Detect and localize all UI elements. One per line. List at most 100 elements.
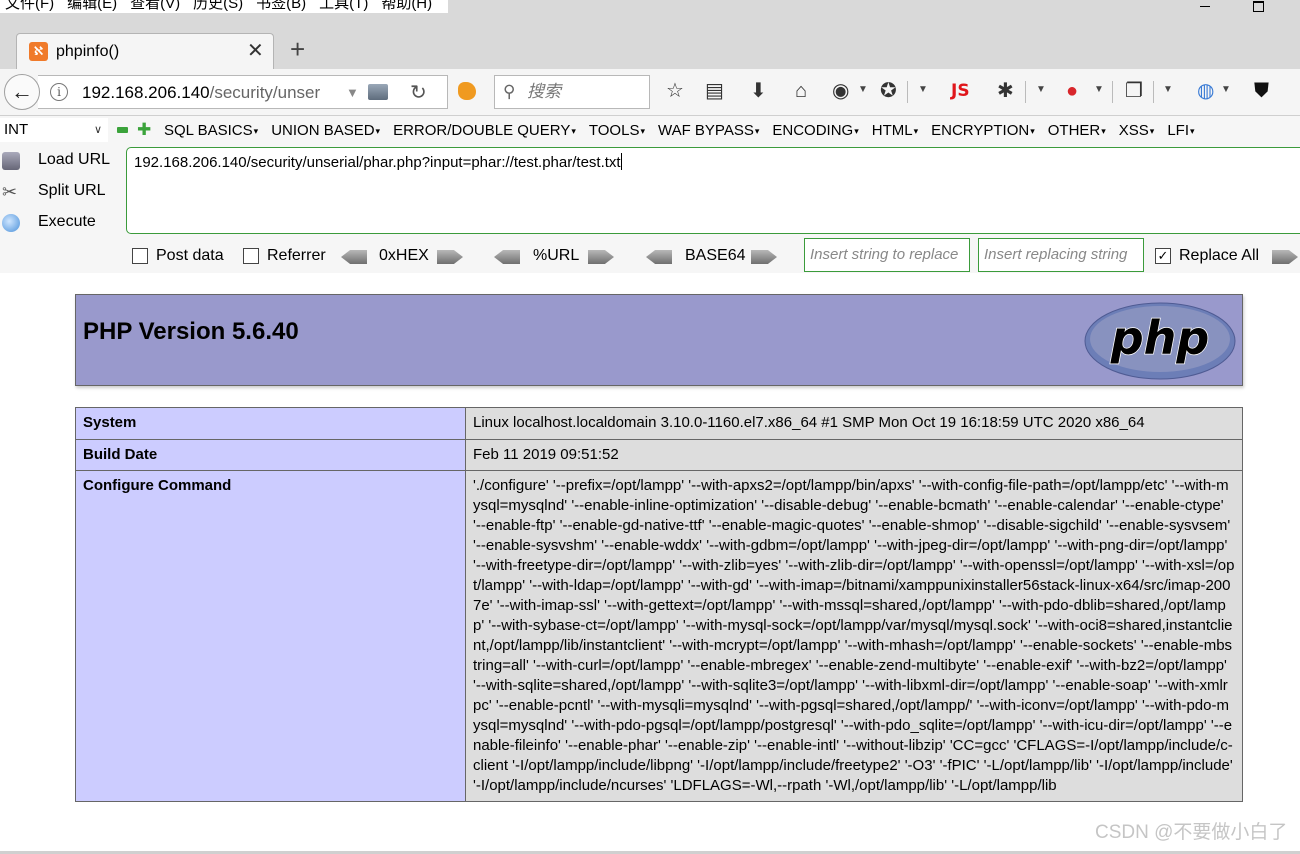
- replacing-string-input[interactable]: Insert replacing string: [978, 238, 1144, 272]
- execute-button[interactable]: Execute: [0, 209, 118, 237]
- split-url-button[interactable]: ✂ Split URL: [0, 178, 118, 206]
- replacing-string-placeholder: Insert replacing string: [984, 246, 1128, 263]
- menu-tools[interactable]: 工具(T): [314, 0, 376, 13]
- load-url-button[interactable]: Load URL: [0, 147, 118, 175]
- post-data-box[interactable]: [132, 248, 148, 264]
- url-path: /security/unser: [209, 83, 321, 102]
- shield-icon[interactable]: ⛊: [1254, 79, 1269, 103]
- palette-icon[interactable]: ✪: [880, 79, 897, 103]
- type-select[interactable]: INT ∨: [0, 118, 108, 142]
- url-text[interactable]: 192.168.206.140/security/unser: [82, 82, 340, 104]
- replace-arrow-icon[interactable]: [1272, 250, 1298, 264]
- url-bar[interactable]: i 192.168.206.140/security/unser ▼ ↻: [38, 75, 448, 109]
- search-bar[interactable]: ⚲ 搜索: [494, 75, 650, 109]
- referrer-box[interactable]: [243, 248, 259, 264]
- table-row: Build Date Feb 11 2019 09:51:52: [75, 439, 1243, 471]
- minimize-icon[interactable]: [1200, 6, 1210, 7]
- menu-view[interactable]: 查看(V): [125, 0, 188, 13]
- row-key-configure-command: Configure Command: [75, 470, 466, 802]
- hex-encode-arrow-icon[interactable]: [437, 250, 463, 264]
- replace-string-placeholder: Insert string to replace: [810, 246, 959, 263]
- row-key-system: System: [75, 407, 466, 440]
- translate-dropdown-icon[interactable]: ▼: [1221, 82, 1231, 98]
- windows-icon[interactable]: ❐: [1125, 79, 1143, 103]
- search-input[interactable]: 搜索: [527, 82, 561, 102]
- menu-union-based[interactable]: UNION BASED: [271, 121, 380, 141]
- url-history-dropdown-icon[interactable]: ▼: [346, 82, 359, 104]
- type-select-value: INT: [4, 121, 29, 138]
- execute-icon: [2, 214, 20, 232]
- menu-other[interactable]: OTHER: [1048, 121, 1106, 141]
- hackbar-url-value[interactable]: 192.168.206.140/security/unserial/phar.p…: [134, 152, 622, 174]
- tab-phpinfo[interactable]: ℵ phpinfo() ✕: [16, 33, 274, 70]
- url-host: 192.168.206.140: [82, 83, 210, 102]
- row-value-build-date: Feb 11 2019 09:51:52: [465, 439, 1243, 471]
- php-logo: php: [1084, 302, 1236, 380]
- bookmark-star-icon[interactable]: ☆: [666, 79, 684, 103]
- menu-encoding[interactable]: ENCODING: [772, 121, 858, 141]
- referrer-checkbox[interactable]: Referrer: [243, 246, 333, 268]
- reload-icon[interactable]: ↻: [410, 80, 427, 106]
- base64-decode-arrow-icon[interactable]: [646, 250, 672, 264]
- hackbar-url-textarea[interactable]: 192.168.206.140/security/unserial/phar.p…: [126, 147, 1300, 234]
- windows-dropdown-icon[interactable]: ▼: [1163, 82, 1173, 98]
- split-url-label: Split URL: [38, 182, 106, 199]
- base64-encode-arrow-icon[interactable]: [751, 250, 777, 264]
- addon-fox-icon[interactable]: [458, 82, 476, 100]
- increase-icon[interactable]: ✚: [137, 121, 151, 138]
- new-tab-button[interactable]: +: [290, 35, 305, 63]
- hex-decode-arrow-icon[interactable]: [341, 250, 367, 264]
- table-row: System Linux localhost.localdomain 3.10.…: [75, 407, 1243, 440]
- navigation-toolbar: i 192.168.206.140/security/unser ▼ ↻ ← ⚲…: [0, 69, 1300, 116]
- menu-encryption[interactable]: ENCRYPTION: [931, 121, 1035, 141]
- replace-all-box[interactable]: ✓: [1155, 248, 1171, 264]
- menu-lfi[interactable]: LFI: [1167, 121, 1194, 141]
- menu-sql-basics[interactable]: SQL BASICS: [164, 121, 258, 141]
- toolbar-separator: [1025, 81, 1026, 103]
- back-button[interactable]: ←: [4, 74, 40, 110]
- post-data-label: Post data: [156, 247, 224, 264]
- menu-file[interactable]: 文件(F): [0, 0, 62, 13]
- phpinfo-header: PHP Version 5.6.40 php: [75, 294, 1243, 386]
- url-encoding-label: %URL: [533, 247, 580, 264]
- menu-history[interactable]: 历史(S): [188, 0, 251, 13]
- url-encode-arrow-icon[interactable]: [588, 250, 614, 264]
- bug-icon[interactable]: ✱: [997, 79, 1014, 103]
- php-logo-text: php: [1110, 311, 1210, 365]
- home-icon[interactable]: ⌂: [795, 79, 807, 103]
- site-info-icon[interactable]: i: [50, 83, 68, 101]
- maximize-icon[interactable]: [1253, 1, 1264, 12]
- menu-xss[interactable]: XSS: [1119, 121, 1155, 141]
- menu-error-double-query[interactable]: ERROR/DOUBLE QUERY: [393, 121, 576, 141]
- post-data-checkbox[interactable]: Post data: [132, 246, 232, 268]
- referrer-label: Referrer: [267, 247, 326, 264]
- menu-tools[interactable]: TOOLS: [589, 121, 645, 141]
- text-caret: [620, 153, 622, 170]
- translate-icon[interactable]: ◍: [1197, 79, 1214, 103]
- replace-all-label: Replace All: [1179, 247, 1260, 264]
- globe-icon[interactable]: ◉: [832, 79, 849, 103]
- menu-bookmarks[interactable]: 书签(B): [251, 0, 314, 13]
- url-decode-arrow-icon[interactable]: [494, 250, 520, 264]
- download-icon[interactable]: ⬇: [750, 79, 767, 103]
- menu-waf-bypass[interactable]: WAF BYPASS: [658, 121, 759, 141]
- red-disc-icon[interactable]: ●: [1066, 79, 1078, 103]
- xampp-icon: ℵ: [29, 42, 48, 61]
- menu-items: 文件(F) 编辑(E) 查看(V) 历史(S) 书签(B) 工具(T) 帮助(H…: [0, 0, 449, 13]
- menu-html[interactable]: HTML: [872, 121, 918, 141]
- js-toggle-icon[interactable]: JS: [951, 79, 970, 103]
- replace-all-checkbox[interactable]: ✓ Replace All: [1155, 246, 1265, 268]
- bug-dropdown-icon[interactable]: ▼: [1036, 82, 1046, 98]
- reading-list-icon[interactable]: ▤: [705, 79, 724, 103]
- menu-edit[interactable]: 编辑(E): [62, 0, 125, 13]
- close-tab-icon[interactable]: ✕: [247, 40, 264, 62]
- execute-label: Execute: [38, 213, 96, 230]
- globe-dropdown-icon[interactable]: ▼: [858, 82, 868, 98]
- page-action-icon[interactable]: [368, 84, 388, 100]
- decrease-icon[interactable]: [117, 127, 128, 133]
- menu-help[interactable]: 帮助(H): [376, 0, 440, 13]
- red-disc-dropdown-icon[interactable]: ▼: [1094, 82, 1104, 98]
- row-key-build-date: Build Date: [75, 439, 466, 471]
- palette-dropdown-icon[interactable]: ▼: [918, 82, 928, 98]
- replace-string-input[interactable]: Insert string to replace: [804, 238, 970, 272]
